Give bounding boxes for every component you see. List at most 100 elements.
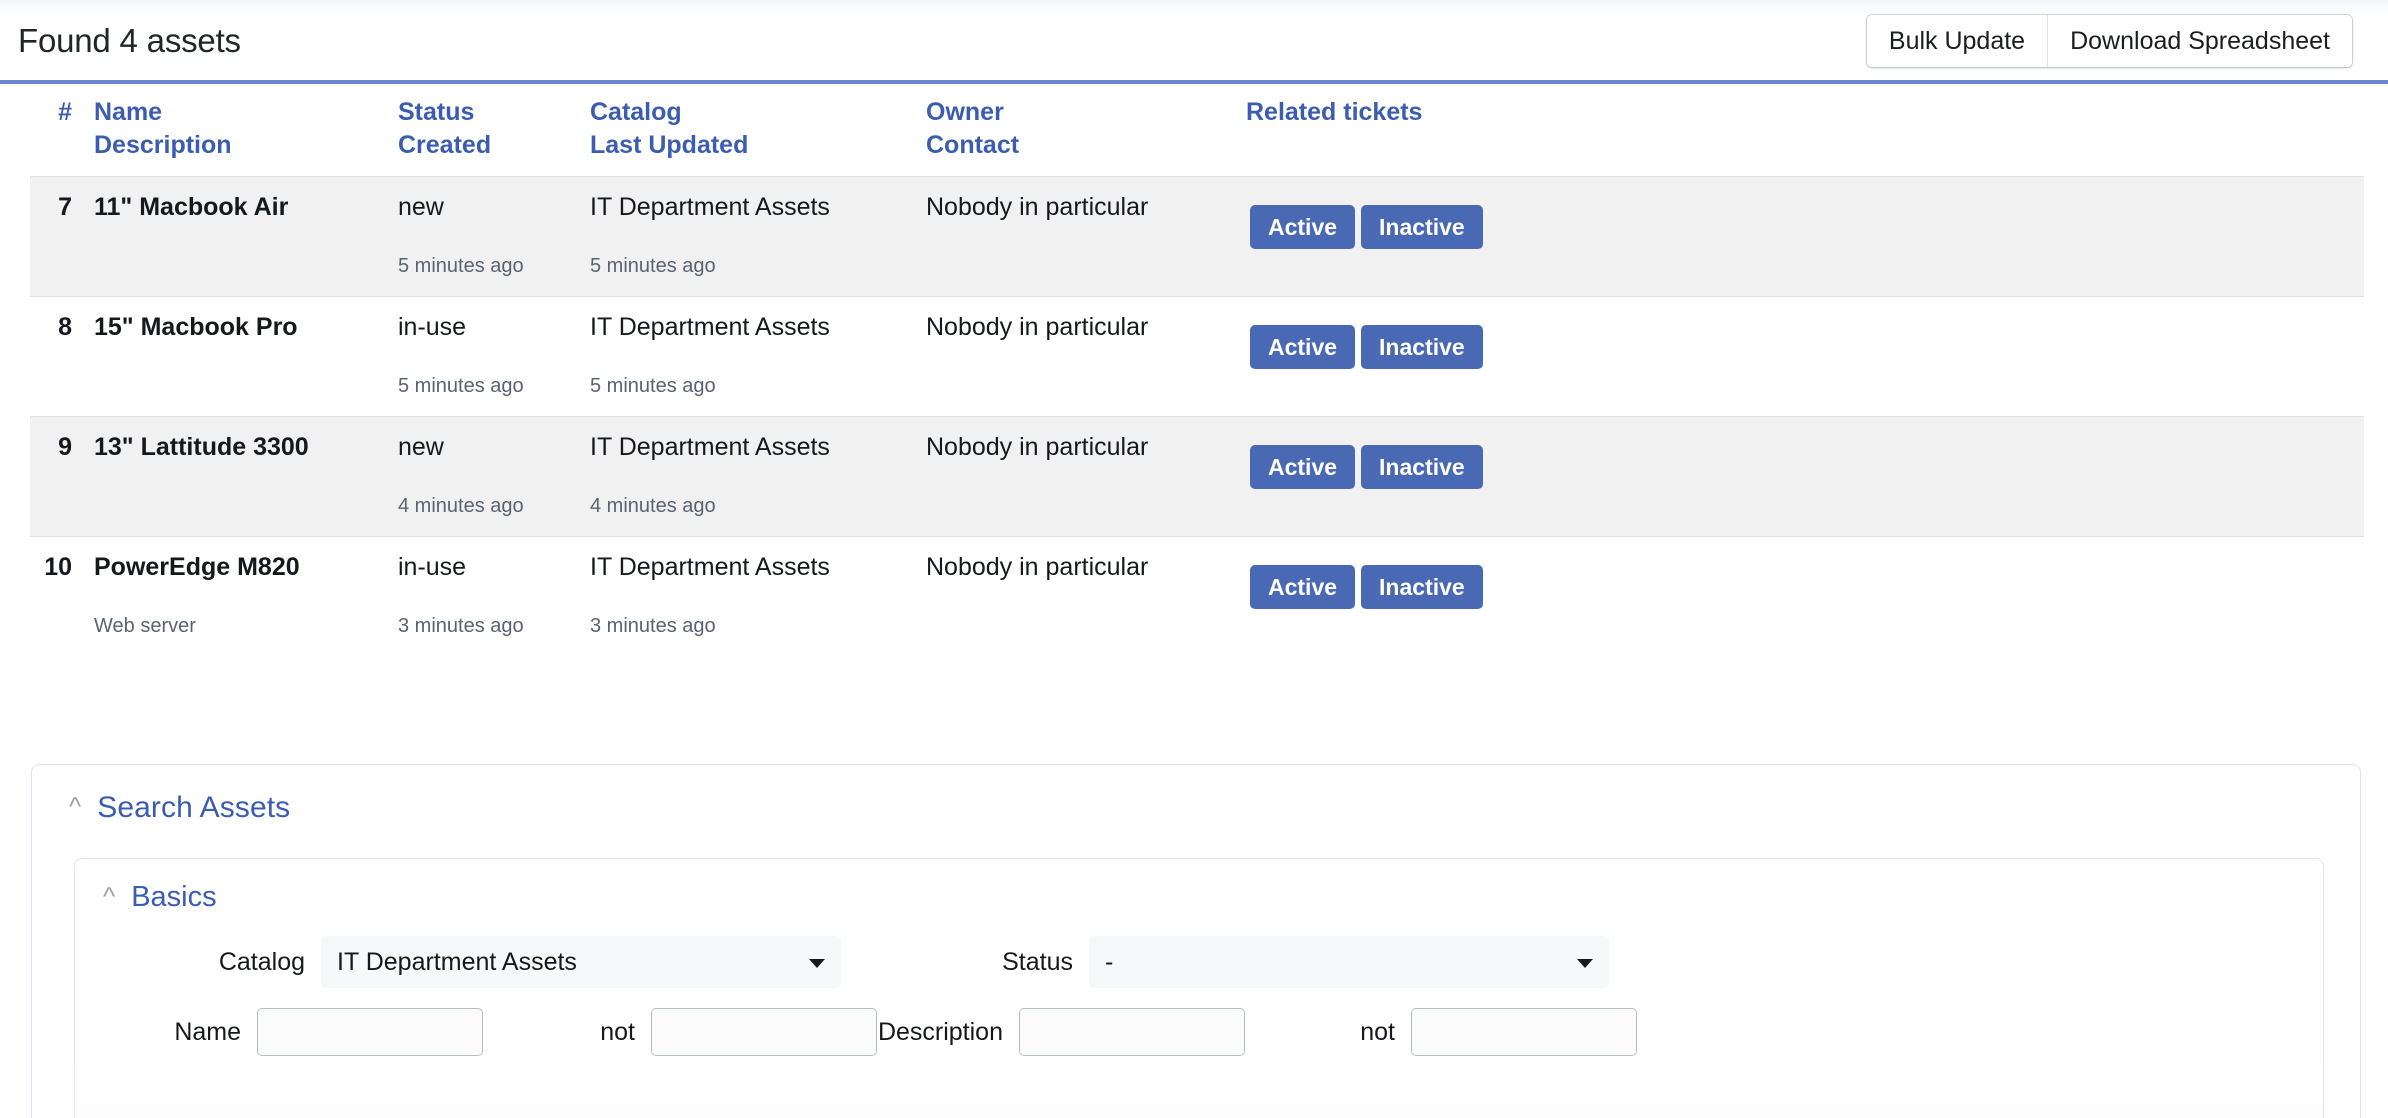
table-row-secondary: 4 minutes ago 4 minutes ago — [30, 489, 2364, 537]
column-header-owner[interactable]: Owner — [926, 84, 1246, 131]
description-not-input[interactable] — [1411, 1008, 1637, 1056]
assets-table-wrap: # Name Status Catalog Owner Related tick… — [0, 84, 2388, 656]
row-action-group: Active Inactive — [1250, 313, 2364, 369]
cell-created: 3 minutes ago — [398, 609, 590, 656]
cell-number: 10 — [30, 537, 94, 610]
inactive-button[interactable]: Inactive — [1361, 565, 1483, 609]
header-actions: Bulk Update Download Spreadsheet — [1867, 15, 2352, 67]
active-button[interactable]: Active — [1250, 205, 1355, 249]
table-row-secondary: 5 minutes ago 5 minutes ago — [30, 369, 2364, 417]
column-header-last-updated[interactable]: Last Updated — [590, 131, 926, 177]
active-button[interactable]: Active — [1250, 325, 1355, 369]
cell-contact — [926, 249, 1246, 297]
cell-blank — [30, 489, 94, 537]
page-title: Found 4 assets — [18, 22, 241, 60]
cell-number: 9 — [30, 417, 94, 490]
row-action-group: Active Inactive — [1250, 193, 2364, 249]
cell-last-updated: 4 minutes ago — [590, 489, 926, 537]
basics-row-text-fields: Name not Description not — [75, 1008, 2323, 1056]
cell-owner: Nobody in particular — [926, 297, 1246, 370]
cell-catalog: IT Department Assets — [590, 297, 926, 370]
row-action-group: Active Inactive — [1250, 553, 2364, 609]
download-spreadsheet-button[interactable]: Download Spreadsheet — [2047, 15, 2352, 67]
name-input[interactable] — [257, 1008, 483, 1056]
name-not-input[interactable] — [651, 1008, 877, 1056]
name-not-label: not — [483, 1018, 651, 1047]
cell-catalog: IT Department Assets — [590, 177, 926, 250]
status-select[interactable]: - — [1089, 936, 1609, 988]
cell-name[interactable]: 15" Macbook Pro — [94, 297, 398, 370]
assets-table: # Name Status Catalog Owner Related tick… — [30, 84, 2364, 656]
cell-owner: Nobody in particular — [926, 417, 1246, 490]
column-header-catalog[interactable]: Catalog — [590, 84, 926, 131]
bulk-update-button[interactable]: Bulk Update — [1867, 15, 2047, 67]
inactive-button[interactable]: Inactive — [1361, 325, 1483, 369]
cell-last-updated: 5 minutes ago — [590, 249, 926, 297]
cell-related-tickets: Active Inactive — [1246, 417, 2364, 490]
chevron-up-icon[interactable]: ^ — [103, 883, 115, 909]
cell-description — [94, 249, 398, 297]
cell-contact — [926, 369, 1246, 417]
column-header-number[interactable]: # — [30, 84, 94, 131]
table-row-secondary: Web server 3 minutes ago 3 minutes ago — [30, 609, 2364, 656]
active-button[interactable]: Active — [1250, 565, 1355, 609]
table-row[interactable]: 10 PowerEdge M820 in-use IT Department A… — [30, 537, 2364, 610]
cell-last-updated: 3 minutes ago — [590, 609, 926, 656]
table-header-row-secondary: Description Created Last Updated Contact — [30, 131, 2364, 177]
column-header-related-tickets: Related tickets — [1246, 84, 2364, 131]
cell-description — [94, 489, 398, 537]
cell-status: in-use — [398, 297, 590, 370]
column-header-blank-2 — [1246, 131, 2364, 177]
cell-contact — [926, 609, 1246, 656]
active-button[interactable]: Active — [1250, 445, 1355, 489]
cell-name[interactable]: PowerEdge M820 — [94, 537, 398, 610]
column-header-blank — [30, 131, 94, 177]
column-header-name[interactable]: Name — [94, 84, 398, 131]
inactive-button[interactable]: Inactive — [1361, 445, 1483, 489]
cell-number: 8 — [30, 297, 94, 370]
cell-catalog: IT Department Assets — [590, 417, 926, 490]
table-body: 7 11" Macbook Air new IT Department Asse… — [30, 177, 2364, 657]
cell-status: in-use — [398, 537, 590, 610]
name-label: Name — [105, 1018, 257, 1047]
basics-panel: ^ Basics Catalog IT Department Assets St… — [74, 858, 2324, 1118]
description-not-label: not — [1245, 1018, 1411, 1047]
table-row-secondary: 5 minutes ago 5 minutes ago — [30, 249, 2364, 297]
cell-name[interactable]: 13" Lattitude 3300 — [94, 417, 398, 490]
cell-status: new — [398, 417, 590, 490]
search-assets-header[interactable]: ^ Search Assets — [32, 765, 2360, 825]
search-assets-panel: ^ Search Assets ^ Basics Catalog IT Depa… — [31, 764, 2361, 1118]
search-assets-title: Search Assets — [97, 791, 290, 825]
column-header-status[interactable]: Status — [398, 84, 590, 131]
column-header-created[interactable]: Created — [398, 131, 590, 177]
chevron-down-icon — [809, 959, 825, 968]
description-label: Description — [877, 1018, 1019, 1047]
basics-header[interactable]: ^ Basics — [75, 859, 2323, 914]
assets-page: Found 4 assets Bulk Update Download Spre… — [0, 0, 2388, 1118]
status-label: Status — [841, 948, 1089, 977]
cell-blank — [30, 369, 94, 417]
cell-description: Web server — [94, 609, 398, 656]
cell-number: 7 — [30, 177, 94, 250]
basics-title: Basics — [131, 881, 216, 914]
cell-created: 5 minutes ago — [398, 369, 590, 417]
table-row[interactable]: 7 11" Macbook Air new IT Department Asse… — [30, 177, 2364, 250]
cell-status: new — [398, 177, 590, 250]
chevron-up-icon[interactable]: ^ — [69, 793, 81, 819]
cell-owner: Nobody in particular — [926, 537, 1246, 610]
cell-description — [94, 369, 398, 417]
table-row[interactable]: 8 15" Macbook Pro in-use IT Department A… — [30, 297, 2364, 370]
column-header-contact[interactable]: Contact — [926, 131, 1246, 177]
cell-created: 4 minutes ago — [398, 489, 590, 537]
table-head: # Name Status Catalog Owner Related tick… — [30, 84, 2364, 177]
cell-name[interactable]: 11" Macbook Air — [94, 177, 398, 250]
description-input[interactable] — [1019, 1008, 1245, 1056]
inactive-button[interactable]: Inactive — [1361, 205, 1483, 249]
table-row[interactable]: 9 13" Lattitude 3300 new IT Department A… — [30, 417, 2364, 490]
row-action-group: Active Inactive — [1250, 433, 2364, 489]
cell-related-tickets: Active Inactive — [1246, 537, 2364, 610]
catalog-select[interactable]: IT Department Assets — [321, 936, 841, 988]
column-header-description[interactable]: Description — [94, 131, 398, 177]
cell-blank — [30, 249, 94, 297]
cell-blank-2 — [1246, 609, 2364, 656]
